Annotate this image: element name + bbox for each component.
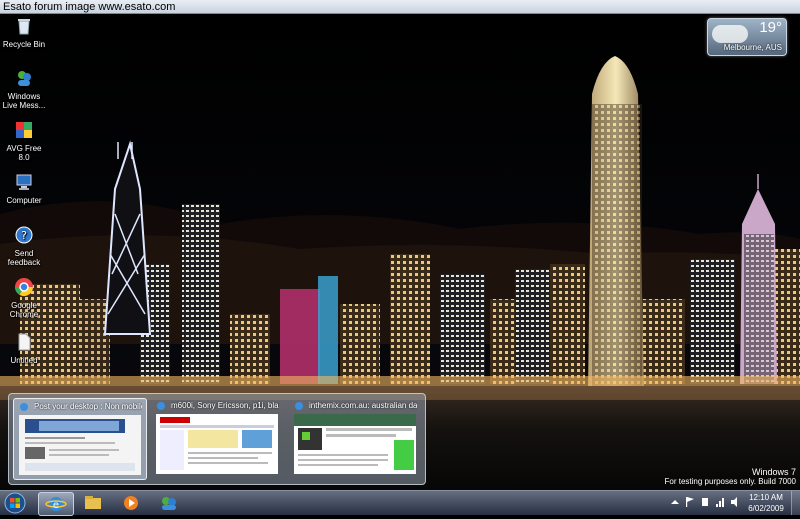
- cloud-icon: [712, 25, 748, 43]
- taskbar: e 12:10 AM 6/02/2009: [0, 490, 800, 516]
- weather-city: Melbourne, AUS: [723, 43, 782, 52]
- taskbar-app-windows-explorer[interactable]: [76, 492, 110, 514]
- ie-icon: [20, 403, 28, 411]
- desktop-icon-label: Recycle Bin: [2, 40, 46, 49]
- desktop-icon-recycle-bin[interactable]: Recycle Bin: [0, 16, 48, 49]
- desktop-icon-label: Google Chrome: [9, 301, 39, 319]
- media-player-icon: [124, 496, 138, 510]
- internet-explorer-icon: e: [45, 497, 67, 511]
- windows-live-messenger-icon: [18, 71, 31, 86]
- avg-icon: [16, 122, 32, 138]
- svg-text:e: e: [53, 500, 59, 511]
- taskbar-app-windows-live-messenger[interactable]: [152, 492, 186, 514]
- taskbar-app-internet-explorer[interactable]: e: [38, 492, 74, 516]
- thumbnail-screenshot: [156, 414, 278, 474]
- weather-gadget[interactable]: 19° Melbourne, AUS: [707, 18, 787, 56]
- thumbnail-title: Post your desktop : Non mobile...: [34, 402, 142, 411]
- thumbnail-title: m600i, Sony Ericsson, p1i, black...: [171, 401, 279, 410]
- recycle-bin-icon: [18, 19, 30, 35]
- build-watermark: Windows 7 For testing purposes only. Bui…: [665, 467, 796, 487]
- taskbar-app-media-player[interactable]: [114, 492, 148, 514]
- thumbnail-window-2[interactable]: m600i, Sony Ericsson, p1i, black...: [151, 398, 283, 478]
- svg-text:?: ?: [21, 229, 27, 242]
- desktop-icon-avg[interactable]: AVG Free 8.0: [0, 120, 48, 162]
- desktop-icon-label: Windows Live Mess...: [2, 92, 46, 110]
- start-button[interactable]: [3, 492, 27, 514]
- thumbnail-window-3[interactable]: inthemix.com.au: australian dan...: [289, 398, 421, 478]
- watermark-build: For testing purposes only. Build 7000: [664, 477, 796, 486]
- desktop-icon-label: AVG Free 8.0: [6, 144, 42, 162]
- watermark-os: Windows 7: [751, 467, 796, 477]
- desktop-icon-label: Send feedback: [7, 249, 41, 267]
- ie-icon: [157, 402, 165, 410]
- chrome-icon: [14, 278, 33, 297]
- device-icon[interactable]: [700, 496, 710, 508]
- forum-banner: Esato forum image www.esato.com: [0, 0, 800, 14]
- ie-icon: [295, 402, 303, 410]
- taskbar-clock[interactable]: 12:10 AM 6/02/2009: [744, 492, 788, 514]
- thumbnail-window-1[interactable]: Post your desktop : Non mobile...: [13, 398, 147, 480]
- desktop-icon-windows-live-messenger[interactable]: Windows Live Mess...: [0, 68, 48, 110]
- document-icon: [18, 333, 31, 351]
- clock-date: 6/02/2009: [748, 504, 784, 513]
- show-desktop-button[interactable]: [791, 491, 800, 515]
- desktop-icon-label: Computer: [6, 196, 42, 205]
- action-center-flag-icon[interactable]: [685, 496, 695, 508]
- desktop-icon-untitled[interactable]: Untitled: [0, 332, 48, 365]
- thumbnail-screenshot: [294, 414, 416, 474]
- send-feedback-icon: ?: [15, 226, 33, 244]
- computer-icon: [16, 174, 32, 190]
- weather-temperature: 19°: [759, 19, 782, 36]
- clock-time: 12:10 AM: [749, 493, 783, 502]
- show-hidden-icons-icon[interactable]: [670, 496, 680, 508]
- volume-icon[interactable]: [730, 496, 740, 508]
- thumbnail-screenshot: [19, 415, 141, 475]
- desktop-icon-google-chrome[interactable]: Google Chrome: [0, 277, 48, 319]
- taskbar-thumbnail-preview: Post your desktop : Non mobile... m600i,…: [8, 393, 426, 485]
- desktop-icon-label: Untitled: [10, 356, 38, 365]
- thumbnail-title: inthemix.com.au: australian dan...: [309, 401, 417, 410]
- desktop-icon-computer[interactable]: Computer: [0, 172, 48, 205]
- windows-live-messenger-icon: [162, 497, 176, 510]
- network-icon[interactable]: [715, 496, 725, 508]
- windows-explorer-icon: [85, 496, 101, 509]
- desktop-icon-send-feedback[interactable]: ? Send feedback: [0, 225, 48, 267]
